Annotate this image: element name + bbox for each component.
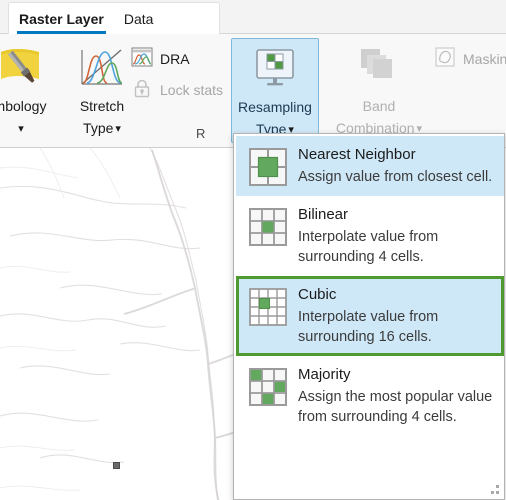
masking-icon: [434, 46, 456, 73]
stretch-type-label-line1: Stretch: [79, 98, 125, 114]
gallery-item-cubic[interactable]: Cubic Interpolate value from surrounding…: [236, 276, 504, 356]
gallery-item-majority[interactable]: Majority Assign the most popular value f…: [236, 356, 504, 436]
dra-histogram-icon: [131, 47, 153, 72]
lock-stats-button[interactable]: Lock stats: [131, 77, 223, 103]
dra-button[interactable]: DRA: [131, 46, 190, 72]
lock-stats-label: Lock stats: [160, 82, 224, 98]
gallery-item-majority-description: Assign the most popular value from surro…: [298, 389, 493, 425]
symbology-label-line1: mbology: [0, 98, 47, 114]
masking-label: Masking: [463, 51, 506, 67]
stretch-type-icon: [79, 42, 125, 94]
gallery-item-nearest-neighbor-text: Nearest Neighbor Assign value from close…: [298, 145, 494, 187]
gallery-item-bilinear-text: Bilinear Interpolate value from surround…: [298, 205, 494, 267]
gallery-item-nearest-neighbor-description: Assign value from closest cell.: [298, 169, 493, 185]
chevron-down-icon: ▾: [18, 122, 24, 135]
symbology-button[interactable]: mbology ▾: [0, 38, 62, 143]
ribbon-group-label-rendering: R: [196, 126, 206, 141]
tab-raster-layer-label: Raster Layer: [19, 11, 104, 27]
ribbon-tab-strip: Raster Layer Data: [0, 0, 506, 35]
dra-label: DRA: [160, 51, 190, 67]
grid-2x2-center-cell-icon: [247, 147, 289, 187]
resampling-type-gallery: Nearest Neighbor Assign value from close…: [233, 133, 505, 500]
tab-raster-layer[interactable]: Raster Layer: [9, 4, 114, 35]
tab-data[interactable]: Data: [114, 4, 164, 35]
gallery-item-majority-title: Majority: [298, 366, 351, 383]
tab-data-label: Data: [123, 11, 154, 27]
symbology-chevron-row[interactable]: ▾: [16, 119, 24, 138]
grid-4x4-center-cell-icon: [247, 287, 289, 327]
resampling-type-label-line1: Resampling: [238, 99, 312, 115]
gallery-item-bilinear-title: Bilinear: [298, 206, 349, 223]
resampling-type-icon: [252, 43, 298, 95]
stretch-type-label-line2-text: Type: [83, 120, 114, 136]
ribbon-panel: mbology ▾ Stretch Type▾: [0, 34, 506, 148]
band-combination-icon: [356, 42, 402, 94]
resampling-type-gallery-list: Nearest Neighbor Assign value from close…: [236, 136, 504, 436]
ribbon-tab-container: Raster Layer Data: [8, 2, 220, 35]
resize-grip[interactable]: [490, 485, 499, 494]
lock-icon: [131, 77, 153, 104]
resampling-type-button[interactable]: Resampling Type ▾: [231, 38, 319, 143]
chevron-down-icon: ▾: [115, 122, 121, 135]
stretch-type-label-line2[interactable]: Type ▾: [83, 119, 121, 138]
gallery-item-bilinear[interactable]: Bilinear Interpolate value from surround…: [236, 196, 504, 276]
gallery-item-nearest-neighbor-title: Nearest Neighbor: [298, 146, 416, 163]
symbology-icon: [0, 42, 45, 94]
band-combination-button[interactable]: Band Combination ▾: [327, 38, 431, 143]
gallery-item-nearest-neighbor[interactable]: Nearest Neighbor Assign value from close…: [236, 136, 504, 196]
gallery-item-majority-text: Majority Assign the most popular value f…: [298, 365, 494, 427]
gallery-item-cubic-text: Cubic Interpolate value from surrounding…: [298, 285, 494, 347]
grid-3x3-scattered-cells-icon: [247, 367, 289, 407]
gallery-item-cubic-title: Cubic: [298, 286, 337, 303]
gallery-item-cubic-description: Interpolate value from surrounding 16 ce…: [298, 309, 439, 345]
grid-3x3-center-cell-icon: [247, 207, 289, 247]
band-combination-label-line1: Band: [362, 98, 396, 114]
masking-button[interactable]: Masking: [434, 46, 506, 72]
map-point-marker[interactable]: [113, 462, 120, 469]
gallery-item-bilinear-description: Interpolate value from surrounding 4 cel…: [298, 229, 439, 265]
